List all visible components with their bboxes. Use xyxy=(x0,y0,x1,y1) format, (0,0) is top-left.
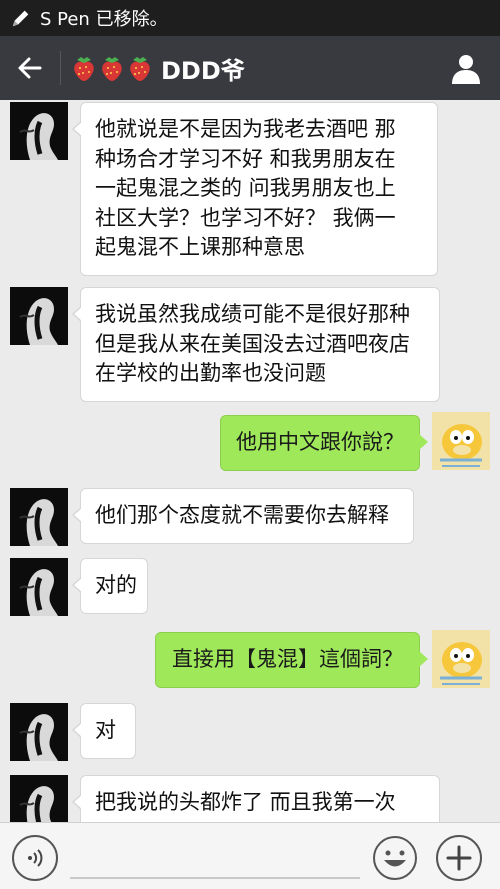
message-bubble-outgoing[interactable]: 直接用【鬼混】這個詞？ xyxy=(155,632,428,688)
plus-icon xyxy=(446,845,472,871)
my-avatar[interactable] xyxy=(432,630,490,688)
message-bubble-incoming[interactable]: 我说虽然我成绩可能不是很好那种 但是我从来在美国没去过酒吧夜店 在学校的出勤率也… xyxy=(72,287,440,402)
message-line: 社区大学？也学习不好？ 我俩一 xyxy=(95,205,396,230)
contact-avatar[interactable] xyxy=(10,287,68,345)
message-bubble-incoming[interactable]: 对的 xyxy=(72,558,148,614)
voice-button[interactable] xyxy=(12,835,58,881)
message-line: 他用中文跟你說？ xyxy=(236,430,404,454)
profile-button[interactable] xyxy=(448,50,484,86)
back-button[interactable] xyxy=(0,36,60,100)
contact-avatar[interactable] xyxy=(10,558,68,616)
contact-avatar-image xyxy=(10,102,68,160)
contact-avatar[interactable] xyxy=(10,775,68,822)
message-bubble-outgoing[interactable]: 他用中文跟你說？ xyxy=(220,415,428,471)
voice-icon xyxy=(28,849,43,867)
message-line: 对的 xyxy=(95,573,137,597)
strawberry-icon xyxy=(102,57,122,81)
status-text: S Pen 已移除。 xyxy=(40,9,168,30)
message-list[interactable]: 他就说是不是因为我老去酒吧 那 种场合才学习不好 和我男朋友在 一起鬼混之类的 … xyxy=(0,100,500,822)
emoji-button[interactable] xyxy=(372,835,418,881)
header-divider xyxy=(60,51,61,85)
message-line: 我说虽然我成绩可能不是很好那种 xyxy=(95,302,410,326)
message-line: 种场合才学习不好 和我男朋友在 xyxy=(95,146,396,171)
message-line: 他们那个态度就不需要你去解释 xyxy=(95,503,389,527)
contact-avatar[interactable] xyxy=(10,703,68,761)
person-icon xyxy=(452,55,480,84)
strawberry-icon xyxy=(74,57,94,81)
strawberry-icon xyxy=(130,57,150,81)
contact-avatar[interactable] xyxy=(10,488,68,546)
contact-avatar-image xyxy=(10,488,68,546)
status-bar: S Pen 已移除。 xyxy=(0,0,500,36)
pen-icon xyxy=(12,10,29,27)
contact-avatar[interactable] xyxy=(10,102,68,160)
chat-title: DDD爷 xyxy=(71,51,245,86)
message-bubble-incoming[interactable]: 他就说是不是因为我老去酒吧 那 种场合才学习不好 和我男朋友在 一起鬼混之类的 … xyxy=(72,102,438,276)
message-bubble-incoming[interactable]: 他们那个态度就不需要你去解释 xyxy=(72,488,414,544)
my-avatar-image xyxy=(432,630,490,688)
message-line: 起鬼混不上课那种意思 xyxy=(95,235,305,259)
contact-avatar-image xyxy=(10,558,68,616)
message-line: 把我说的头都炸了 而且我第一次 xyxy=(95,790,396,814)
message-bubble-incoming[interactable]: 把我说的头都炸了 而且我第一次 xyxy=(72,775,440,822)
contact-avatar-image xyxy=(10,287,68,345)
contact-name: DDD爷 xyxy=(161,56,245,85)
my-avatar-image xyxy=(432,412,490,470)
message-line: 直接用【鬼混】這個詞？ xyxy=(172,647,403,671)
input-bar xyxy=(0,822,500,889)
message-line: 对 xyxy=(95,718,116,742)
contact-avatar-image xyxy=(10,775,68,822)
message-bubble-incoming[interactable]: 对 xyxy=(72,703,136,759)
message-input[interactable] xyxy=(70,837,360,879)
message-line: 但是我从来在美国没去过酒吧夜店 xyxy=(95,331,410,356)
message-line: 他就说是不是因为我老去酒吧 那 xyxy=(95,117,396,141)
chat-header: DDD爷 xyxy=(0,36,500,100)
more-button[interactable] xyxy=(436,835,482,881)
emoji-icon xyxy=(373,836,417,880)
contact-avatar-image xyxy=(10,703,68,761)
message-line: 一起鬼混之类的 问我男朋友也上 xyxy=(95,176,396,200)
back-arrow-icon xyxy=(18,57,42,79)
my-avatar[interactable] xyxy=(432,412,490,470)
message-line: 在学校的出勤率也没问题 xyxy=(95,361,326,385)
